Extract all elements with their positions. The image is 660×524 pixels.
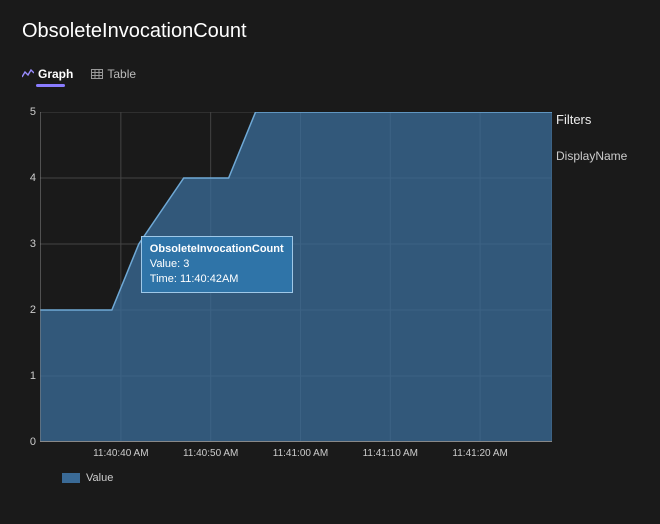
page-title: ObsoleteInvocationCount [0, 0, 660, 43]
filters-title: Filters [556, 112, 660, 127]
tabs: Graph Table [0, 43, 660, 81]
chart-legend: Value [62, 472, 113, 484]
chart: 012345 ObsoleteInvocationCount Value: 3 … [22, 112, 552, 492]
x-tick-label: 11:40:40 AM [93, 448, 148, 459]
x-tick-label: 11:41:10 AM [363, 448, 418, 459]
y-tick-label: 2 [30, 304, 36, 316]
y-tick-label: 0 [30, 436, 36, 448]
x-tick-label: 11:40:50 AM [183, 448, 238, 459]
y-tick-label: 3 [30, 238, 36, 250]
graph-icon [22, 69, 34, 79]
y-tick-label: 5 [30, 106, 36, 118]
tab-table[interactable]: Table [91, 67, 136, 81]
tab-table-label: Table [107, 67, 136, 81]
tab-graph[interactable]: Graph [22, 67, 73, 81]
filter-item-displayname[interactable]: DisplayName [556, 149, 660, 163]
table-icon [91, 69, 103, 79]
legend-label: Value [86, 472, 113, 484]
y-tick-label: 4 [30, 172, 36, 184]
y-tick-label: 1 [30, 370, 36, 382]
x-tick-label: 11:41:00 AM [273, 448, 328, 459]
filters-panel: Filters DisplayName [556, 112, 660, 163]
legend-swatch [62, 473, 80, 483]
x-tick-label: 11:41:20 AM [452, 448, 507, 459]
tab-graph-label: Graph [38, 67, 73, 81]
chart-plot[interactable]: ObsoleteInvocationCount Value: 3 Time: 1… [40, 112, 552, 442]
